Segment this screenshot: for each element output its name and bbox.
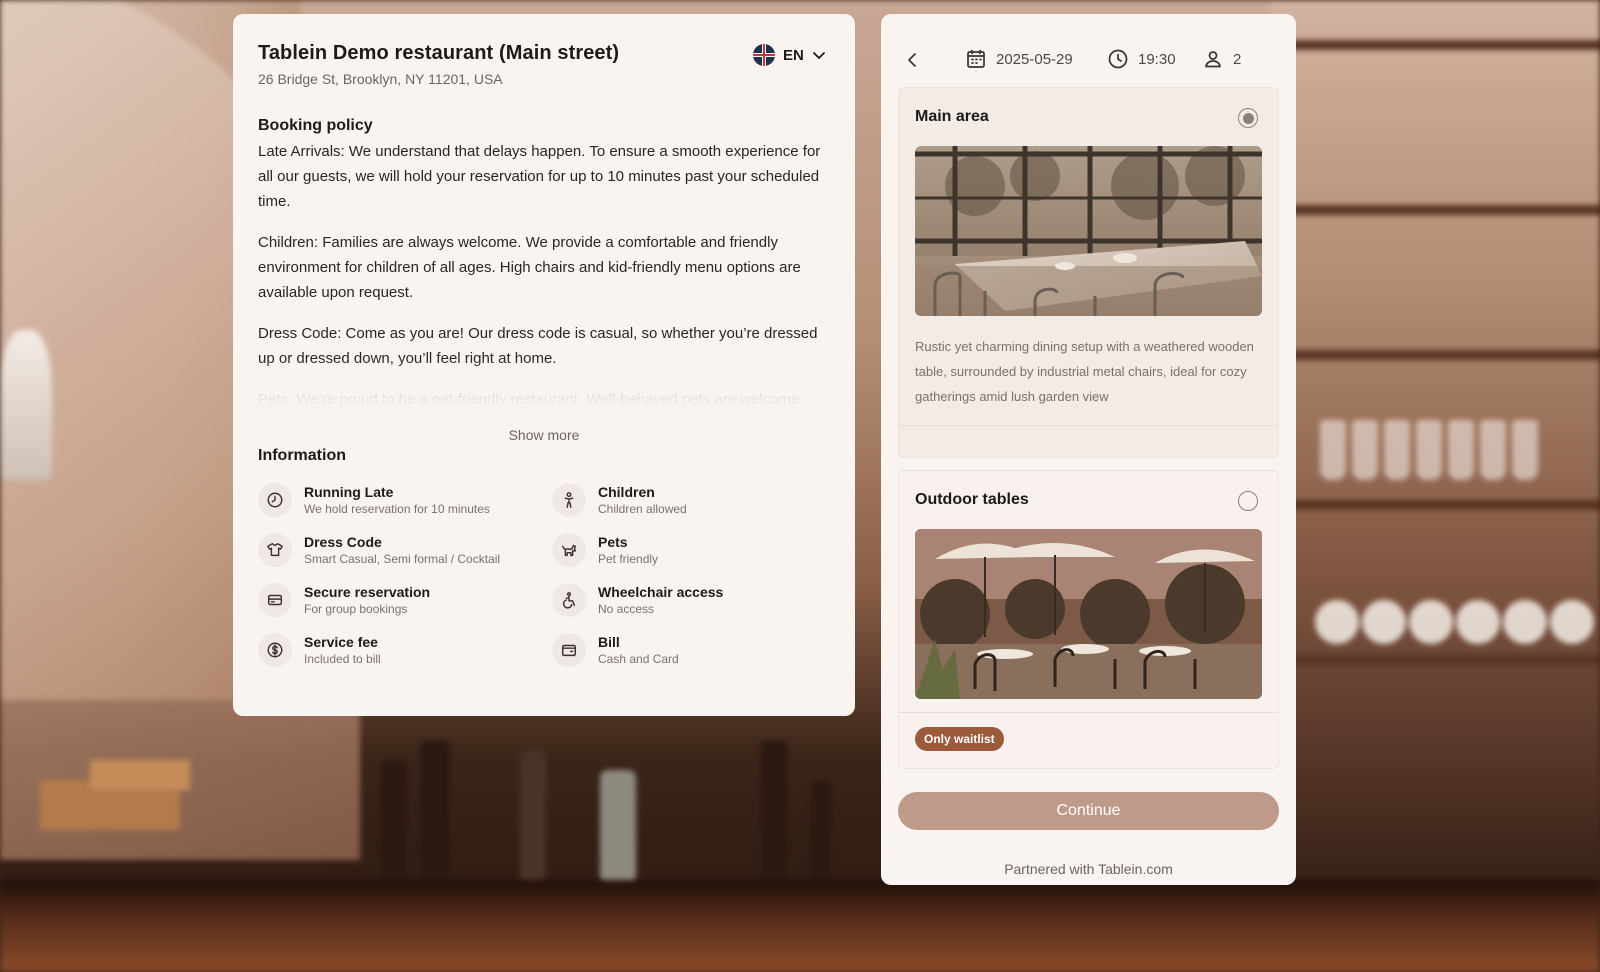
info-sub: We hold reservation for 10 minutes	[304, 501, 490, 516]
area-option-outdoor-tables[interactable]: Outdoor tables Only waitlist	[898, 470, 1279, 769]
person-icon	[1202, 48, 1224, 70]
back-button[interactable]	[903, 50, 923, 70]
booking-policy-title: Booking policy	[258, 117, 373, 134]
wallet-icon	[552, 633, 586, 667]
info-sub: For group bookings	[304, 601, 408, 616]
continue-button[interactable]: Continue	[898, 792, 1279, 830]
clock-icon	[1107, 48, 1129, 70]
area-radio-unselected[interactable]	[1238, 491, 1258, 511]
area-option-main-area[interactable]: Main area Rustic yet charming dining set…	[898, 87, 1279, 458]
outdoor-tables-photo	[915, 529, 1262, 699]
info-bill: Bill Cash and Card	[552, 633, 846, 667]
only-waitlist-badge: Only waitlist	[915, 727, 1004, 751]
calendar-icon	[965, 48, 987, 70]
info-label: Children	[598, 483, 655, 500]
date-selector[interactable]: 2025-05-29	[965, 48, 1073, 70]
info-label: Service fee	[304, 633, 378, 650]
info-sub: Children allowed	[598, 501, 687, 516]
chevron-left-icon	[908, 53, 916, 67]
restaurant-address: 26 Bridge St, Brooklyn, NY 11201, USA	[258, 71, 503, 87]
info-label: Dress Code	[304, 533, 382, 550]
language-code: EN	[783, 46, 804, 64]
info-service-fee: Service fee Included to bill	[258, 633, 552, 667]
show-more-link[interactable]: Show more	[258, 427, 830, 443]
booking-policy-text: Late Arrivals: We understand that delays…	[258, 139, 830, 419]
info-secure-reservation: Secure reservation For group bookings	[258, 583, 552, 617]
info-label: Pets	[598, 533, 628, 550]
shirt-icon	[258, 533, 292, 567]
area-title: Outdoor tables	[915, 491, 1029, 508]
policy-paragraph: Late Arrivals: We understand that delays…	[258, 143, 821, 210]
policy-paragraph: Pets: We’re proud to be a pet-friendly r…	[258, 391, 800, 408]
info-wheelchair-access: Wheelchair access No access	[552, 583, 846, 617]
info-sub: No access	[598, 601, 655, 616]
info-label: Running Late	[304, 483, 394, 500]
info-sub: Included to bill	[304, 651, 381, 666]
dollar-icon	[258, 633, 292, 667]
area-radio-selected[interactable]	[1238, 108, 1258, 128]
policy-paragraph: Children: Families are always welcome. W…	[258, 234, 801, 301]
information-title: Information	[258, 447, 346, 464]
wheelchair-icon	[552, 583, 586, 617]
restaurant-info-card: Tablein Demo restaurant (Main street) 26…	[233, 14, 855, 716]
booking-guests: 2	[1233, 50, 1242, 68]
dog-icon	[552, 533, 586, 567]
info-pets: Pets Pet friendly	[552, 533, 846, 567]
child-icon	[552, 483, 586, 517]
info-label: Secure reservation	[304, 583, 431, 600]
credit-card-icon	[258, 583, 292, 617]
info-running-late: Running Late We hold reservation for 10 m…	[258, 483, 552, 517]
info-label: Wheelchair access	[598, 583, 724, 600]
info-sub: Smart Casual, Semi formal / Cocktail	[304, 551, 501, 566]
booking-time: 19:30	[1138, 50, 1176, 68]
info-label: Bill	[598, 633, 620, 650]
info-dress-code: Dress Code Smart Casual, Semi formal / Co…	[258, 533, 552, 567]
area-title: Main area	[915, 108, 989, 125]
area-description: Rustic yet charming dining setup with a …	[915, 339, 1254, 404]
info-sub: Pet friendly	[598, 551, 659, 566]
information-grid: Running Late We hold reservation for 10 m…	[258, 483, 830, 667]
restaurant-name: Tablein Demo restaurant (Main street)	[258, 42, 620, 64]
uk-flag-icon	[753, 44, 775, 66]
time-selector[interactable]: 19:30	[1107, 48, 1176, 70]
info-sub: Cash and Card	[598, 651, 679, 666]
booking-date: 2025-05-29	[996, 50, 1073, 68]
booking-summary-bar: 2025-05-29 19:30 2	[881, 46, 1296, 74]
partner-text: Partnered with Tablein.com	[1004, 861, 1173, 877]
guests-selector[interactable]: 2	[1202, 48, 1241, 70]
chevron-down-icon	[812, 52, 825, 59]
booking-card: 2025-05-29 19:30 2 Main area Rustic yet …	[881, 14, 1296, 885]
info-children: Children Children allowed	[552, 483, 846, 517]
policy-paragraph: Dress Code: Come as you are! Our dress c…	[258, 325, 818, 367]
language-selector[interactable]: EN	[753, 44, 826, 66]
main-area-photo	[915, 146, 1262, 316]
clock-late-icon	[258, 483, 292, 517]
